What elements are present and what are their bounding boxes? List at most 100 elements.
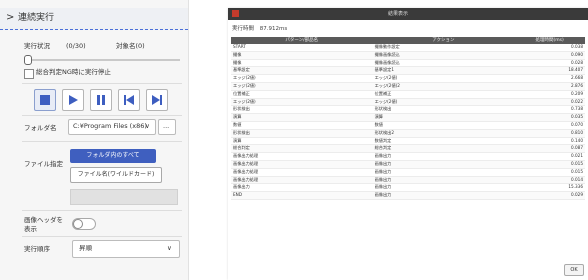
- table-cell: 画像出力: [372, 176, 515, 185]
- column-header[interactable]: アクション: [372, 37, 515, 44]
- table-cell: エッジ(2値): [372, 98, 515, 107]
- progress-track: [30, 59, 180, 61]
- table-cell: 0.738: [514, 105, 585, 115]
- table-row[interactable]: 総合判定 総合判定 0.087: [231, 144, 585, 154]
- table-cell: エッジ(2値)2: [372, 82, 515, 91]
- table-cell: 演算: [231, 137, 373, 146]
- table-row[interactable]: 位置補正 位置補正 0.209: [231, 90, 585, 99]
- table-cell: 画像出力処理: [231, 160, 373, 169]
- all-files-button[interactable]: フォルダ内のすべて: [70, 149, 156, 163]
- image-header-toggle[interactable]: [72, 218, 96, 230]
- image-header-label: 画像ヘッダを表示: [24, 216, 63, 233]
- next-button[interactable]: [146, 89, 168, 111]
- table-cell: 位置補正: [231, 90, 373, 99]
- panel-header[interactable]: > 連続実行: [0, 8, 188, 30]
- table-cell: 画像出力処理: [231, 152, 373, 161]
- table-row[interactable]: エッジ(2値) エッジ(2値) 0.022: [231, 98, 585, 107]
- table-cell: 0.810: [514, 129, 585, 138]
- table-cell: 18.407: [514, 66, 585, 76]
- table-cell: 基準設定1: [372, 66, 515, 76]
- pause-icon: [97, 95, 105, 105]
- exec-order-value: 昇順: [79, 244, 92, 252]
- table-cell: 0.022: [514, 98, 585, 107]
- play-button[interactable]: [62, 89, 84, 111]
- table-cell: 数値: [372, 121, 515, 130]
- table-row[interactable]: 画像出力処理 画像出力 0.015: [231, 168, 585, 177]
- table-row[interactable]: エッジ(2値) エッジ(2値)2 2.876: [231, 82, 585, 91]
- table-row[interactable]: 演算 数値判定 0.140: [231, 137, 585, 146]
- table-cell: 撮像: [231, 59, 373, 68]
- result-window: 結果表示 実行時間 87.912ms パターン/部品名 アクション 処理時間(ms)…: [228, 8, 588, 280]
- skip-back-icon: [124, 95, 134, 105]
- table-row[interactable]: 画像出力処理 画像出力 0.021: [231, 152, 585, 161]
- stop-on-ng-checkbox[interactable]: [24, 69, 34, 79]
- table-cell: 数値: [231, 121, 373, 130]
- table-cell: 画像出力: [372, 168, 515, 177]
- stop-button[interactable]: [34, 89, 56, 111]
- table-row[interactable]: START 撮像動作設定 0.038: [231, 44, 585, 52]
- table-cell: 撮像画像読込: [372, 59, 515, 68]
- progress-count: (0/30): [66, 42, 86, 50]
- exec-order-label: 実行順序: [24, 245, 50, 253]
- file-spec-label: ファイル指定: [24, 160, 63, 168]
- column-header[interactable]: 処理時間(ms): [514, 37, 585, 44]
- table-cell: 0.035: [514, 113, 585, 122]
- table-cell: 0.014: [514, 176, 585, 185]
- table-row[interactable]: 形状検出 形状検出2 0.810: [231, 129, 585, 138]
- folder-select[interactable]: C:¥Program Files (x86) ∨: [68, 119, 156, 135]
- table-row[interactable]: 数値 数値 0.070: [231, 121, 585, 130]
- run-time-label: 実行時間: [232, 26, 255, 32]
- pause-button[interactable]: [90, 89, 112, 111]
- wildcard-button[interactable]: ファイル名(ワイルドカード): [70, 167, 162, 183]
- table-row[interactable]: 形状検出 形状検出 0.738: [231, 105, 585, 115]
- previous-button[interactable]: [118, 89, 140, 111]
- divider: [22, 236, 182, 237]
- table-row[interactable]: 画像出力処理 画像出力 0.014: [231, 176, 585, 185]
- table-row[interactable]: END 画像出力 0.029: [231, 191, 585, 200]
- table-row[interactable]: 画像出力処理 画像出力 0.015: [231, 160, 585, 169]
- stop-icon: [40, 95, 50, 105]
- table-cell: START: [231, 44, 373, 52]
- table-row[interactable]: 撮像 撮像画像読込 0.090: [231, 51, 585, 60]
- progress-knob[interactable]: [24, 55, 32, 65]
- table-cell: 0.028: [514, 59, 585, 68]
- continuous-run-panel: > 連続実行 実行状況 (0/30) 対象名(0) 総合判定NG時に実行停止 フ…: [0, 0, 189, 280]
- table-cell: 形状検出2: [372, 129, 515, 138]
- wildcard-input[interactable]: [70, 189, 178, 205]
- table-cell: 0.090: [514, 51, 585, 60]
- browse-label: ...: [163, 122, 170, 130]
- table-row[interactable]: 画像出力 画像出力 15.336: [231, 183, 585, 193]
- table-body: START 撮像動作設定 0.038 撮像 撮像画像読込 0.090 撮像 撮像画像読込 0.0…: [231, 44, 585, 200]
- run-time-summary: 実行時間 87.912ms: [232, 25, 287, 33]
- table-row[interactable]: 撮像 撮像画像読込 0.028: [231, 59, 585, 68]
- table-cell: END: [231, 191, 373, 200]
- table-cell: 0.021: [514, 152, 585, 161]
- table-cell: 15.336: [514, 183, 585, 193]
- table-cell: 画像出力: [372, 183, 515, 193]
- table-cell: 0.209: [514, 90, 585, 99]
- table-row[interactable]: エッジ(2値) エッジ(2値) 2.668: [231, 74, 585, 83]
- table-cell: 0.140: [514, 137, 585, 146]
- table-cell: 総合判定: [231, 144, 373, 154]
- table-cell: 画像出力処理: [231, 176, 373, 185]
- table-cell: 画像出力: [372, 191, 515, 200]
- column-header[interactable]: パターン/部品名: [231, 37, 373, 44]
- table-cell: 0.038: [514, 44, 585, 52]
- exec-order-select[interactable]: 昇順 ∨: [72, 240, 180, 258]
- app-icon: [232, 10, 239, 17]
- chevron-down-icon: ∨: [167, 244, 172, 252]
- window-titlebar[interactable]: 結果表示: [228, 8, 588, 20]
- table-row[interactable]: 基準設定 基準設定1 18.407: [231, 66, 585, 76]
- toggle-knob: [73, 219, 83, 229]
- browse-button[interactable]: ...: [158, 119, 176, 135]
- target-label: 対象名(0): [116, 42, 145, 50]
- chevron-right-icon[interactable]: >: [6, 12, 14, 24]
- table-cell: 0.015: [514, 168, 585, 177]
- table-cell: 2.668: [514, 74, 585, 83]
- table-cell: エッジ(2値): [231, 74, 373, 83]
- table-row[interactable]: 演算 演算 0.035: [231, 113, 585, 122]
- table-cell: 演算: [231, 113, 373, 122]
- ok-button[interactable]: OK: [564, 264, 584, 276]
- window-title: 結果表示: [388, 11, 409, 17]
- table-cell: 形状検出: [231, 129, 373, 138]
